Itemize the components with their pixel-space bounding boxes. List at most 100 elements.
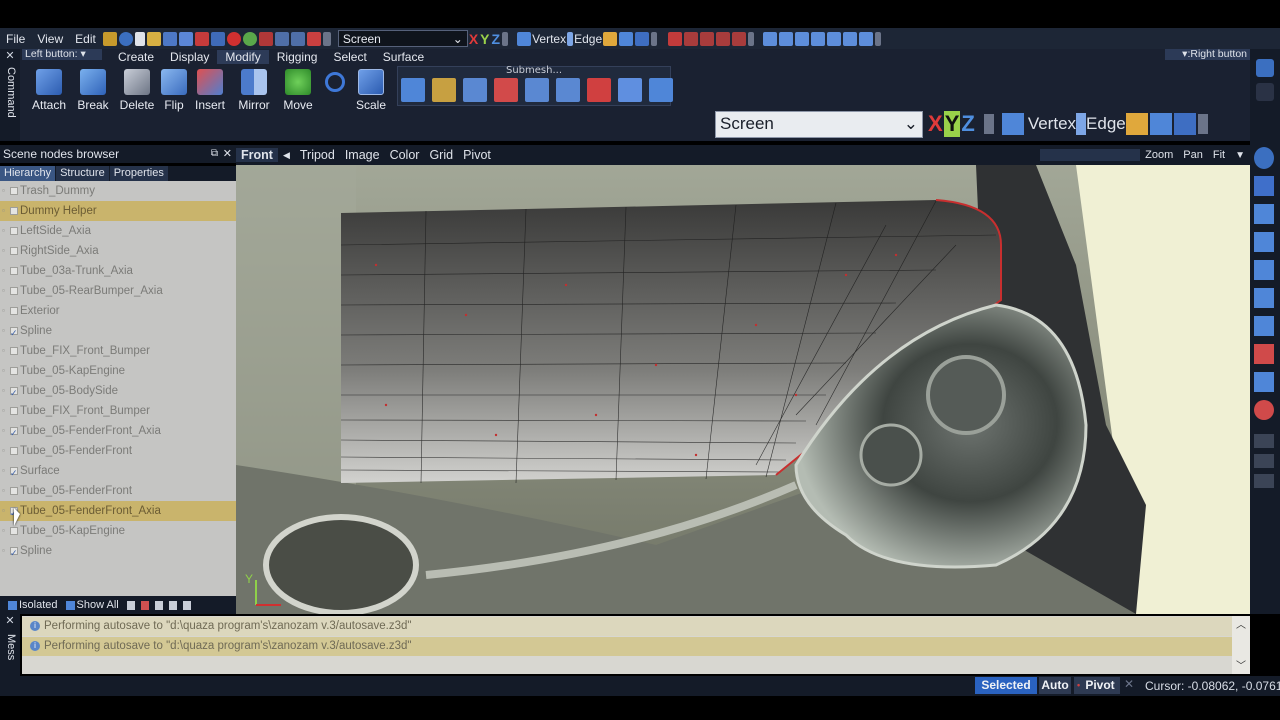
visibility-checkbox[interactable]: [10, 347, 18, 355]
box-icon[interactable]: [401, 78, 425, 102]
scene-node-row[interactable]: ▫ Tube_05-FenderFront: [0, 441, 236, 461]
scene-node-row[interactable]: ▫ Spline: [0, 321, 236, 343]
snap-grid-icon[interactable]: [684, 31, 699, 46]
bend-tool-icon[interactable]: [1254, 232, 1274, 252]
tab-properties[interactable]: Properties: [109, 166, 168, 181]
vp-vertex-label[interactable]: Vertex: [1028, 114, 1076, 134]
visibility-checkbox[interactable]: [10, 307, 18, 315]
redo-icon[interactable]: [290, 31, 305, 46]
expand-icon[interactable]: ▫: [2, 207, 9, 215]
scene-node-row[interactable]: ▫ Tube_05-BodySide: [0, 381, 236, 403]
menu-view[interactable]: View: [31, 32, 69, 46]
expand-icon[interactable]: ▫: [2, 427, 9, 435]
collapse-icon[interactable]: [494, 78, 518, 102]
visibility-checkbox[interactable]: [10, 287, 18, 295]
messages-panel-strip[interactable]: ✕ Mess: [0, 614, 20, 676]
scale-button[interactable]: Scale: [349, 66, 393, 114]
vp-edge-label[interactable]: Edge: [1086, 114, 1126, 134]
expand-icon[interactable]: ▫: [2, 227, 9, 235]
expand-icon[interactable]: ▫: [2, 267, 9, 275]
visibility-checkbox[interactable]: [10, 447, 18, 455]
vertex-mode-icon[interactable]: [517, 31, 532, 46]
sculpt-tool-icon[interactable]: [1254, 344, 1274, 364]
tab-modify[interactable]: Modify: [217, 50, 269, 64]
edge-mode-icon[interactable]: [567, 31, 574, 46]
menu-edit[interactable]: Edit: [69, 32, 102, 46]
viewport-grid-menu[interactable]: Grid: [424, 148, 458, 162]
fit-button[interactable]: Fit: [1208, 149, 1230, 161]
face-mode-icon[interactable]: [1125, 113, 1148, 135]
object-mode-icon[interactable]: [1149, 113, 1172, 135]
view-select[interactable]: Screen ⌄: [337, 30, 468, 47]
element-mode-icon[interactable]: [1173, 113, 1196, 135]
brush-icon[interactable]: [432, 78, 456, 102]
stretch-tool-icon[interactable]: [1254, 316, 1274, 336]
scene-node-row[interactable]: ▫ Surface: [0, 461, 236, 483]
pin-icon[interactable]: ⧉: [211, 145, 218, 163]
axis-z-toggle[interactable]: Z: [491, 31, 502, 47]
help-icon[interactable]: [118, 31, 133, 46]
visibility-checkbox[interactable]: [10, 423, 18, 443]
viewport-view-select[interactable]: Screen ⌄: [715, 110, 923, 138]
expand-icon[interactable]: ▫: [2, 187, 9, 195]
snapshot-icon[interactable]: [306, 31, 321, 46]
triangle-left-icon[interactable]: ◀: [278, 150, 295, 161]
undo-icon[interactable]: [274, 31, 289, 46]
scene-node-row[interactable]: ▫ LeftSide_Axia: [0, 221, 236, 241]
menu-file[interactable]: File: [0, 32, 31, 46]
detach-icon[interactable]: [587, 78, 611, 102]
snap-face-icon[interactable]: [732, 31, 747, 46]
scene-node-row[interactable]: ▫ Tube_05-FenderFront_Axia: [0, 421, 236, 443]
viewport-menu-icon[interactable]: ▼: [1230, 150, 1250, 161]
list-tool-icon[interactable]: [140, 600, 149, 610]
pivot-toggle[interactable]: • Pivot: [1074, 677, 1120, 694]
scene-node-row[interactable]: ▫ Trash_Dummy: [0, 181, 236, 201]
scene-node-row[interactable]: ▫ Tube_05-KapEngine: [0, 361, 236, 381]
material-icon[interactable]: [258, 31, 273, 46]
close-icon[interactable]: ✕: [0, 614, 20, 628]
twist-tool-icon[interactable]: [1254, 288, 1274, 308]
expand-icon[interactable]: ▫: [2, 447, 9, 455]
viewport-pivot-menu[interactable]: Pivot: [458, 148, 496, 162]
visibility-checkbox[interactable]: [10, 227, 18, 235]
axis-y-toggle[interactable]: Y: [479, 31, 490, 47]
expand-icon[interactable]: ▫: [2, 527, 9, 535]
mirror-tool-icon[interactable]: [1254, 204, 1274, 224]
slice-tool-icon[interactable]: [779, 31, 794, 46]
scene-node-row[interactable]: ▫ Tube_FIX_Front_Bumper: [0, 401, 236, 421]
visibility-checkbox[interactable]: [10, 247, 18, 255]
taper-tool-icon[interactable]: [1254, 260, 1274, 280]
open-folder-icon[interactable]: [146, 31, 161, 46]
redo-view-icon[interactable]: [1256, 83, 1274, 101]
list-tool-icon[interactable]: [154, 600, 163, 610]
color-icon[interactable]: [242, 31, 257, 46]
visibility-checkbox[interactable]: [10, 527, 18, 535]
face-mode-icon[interactable]: [603, 31, 618, 46]
visibility-checkbox[interactable]: [10, 323, 18, 343]
expand-icon[interactable]: ▫: [2, 347, 9, 355]
dropdown-icon[interactable]: [748, 31, 755, 46]
show-all-button[interactable]: Show All: [77, 599, 119, 611]
tab-surface[interactable]: Surface: [375, 50, 432, 64]
chamfer-icon[interactable]: [525, 78, 549, 102]
viewport-front-menu[interactable]: Front: [236, 148, 278, 162]
expand-icon[interactable]: ▫: [2, 487, 9, 495]
auto-toggle[interactable]: Auto: [1039, 677, 1071, 694]
close-icon[interactable]: ✕: [1124, 677, 1138, 694]
tab-display[interactable]: Display: [162, 50, 217, 64]
save-icon[interactable]: [162, 31, 177, 46]
uv-tool-icon[interactable]: [763, 31, 778, 46]
chevron-down-icon[interactable]: ﹀: [1232, 657, 1250, 672]
axis-x-toggle[interactable]: X: [468, 31, 479, 47]
dropdown-icon[interactable]: [322, 31, 331, 46]
viewport-color-menu[interactable]: Color: [385, 148, 425, 162]
scene-node-row[interactable]: ▫ Tube_05-FenderFront: [0, 481, 236, 501]
scene-node-row[interactable]: ▫ Tube_05-KapEngine: [0, 521, 236, 541]
connect-icon[interactable]: [556, 78, 580, 102]
export-icon[interactable]: [178, 31, 193, 46]
close-icon[interactable]: ✕: [223, 145, 232, 163]
vertex-mode-icon[interactable]: [1001, 113, 1024, 135]
scene-node-row[interactable]: ▫ Spline: [0, 541, 236, 563]
tab-create[interactable]: Create: [110, 50, 162, 64]
visibility-checkbox[interactable]: [10, 267, 18, 275]
